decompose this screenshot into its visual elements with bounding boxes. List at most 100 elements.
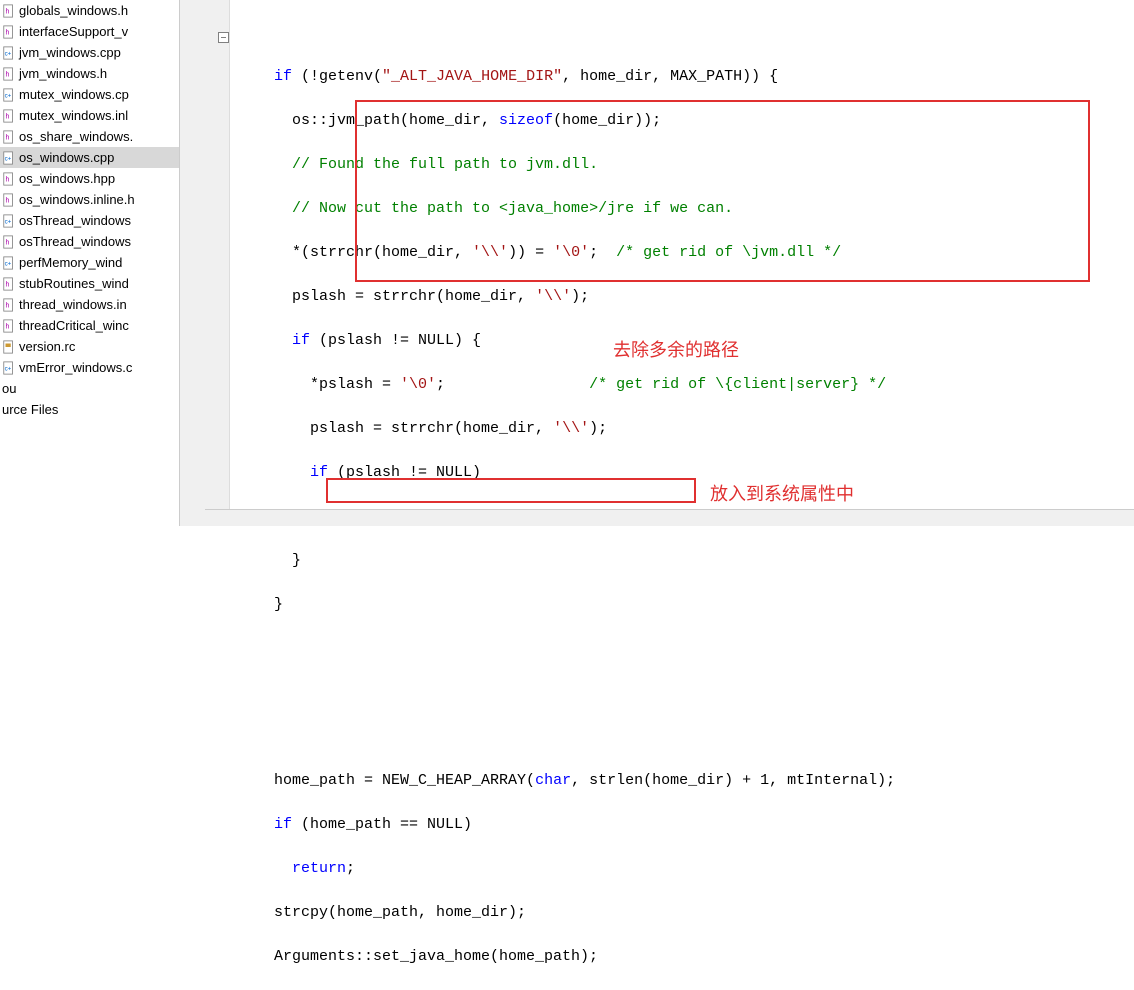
code-line: if (pslash != NULL) — [230, 462, 1134, 484]
file-item-selected[interactable]: c+ os_windows.cpp — [0, 147, 179, 168]
code-line: Arguments::set_java_home(home_path); — [230, 946, 1134, 968]
file-label: os_windows.cpp — [19, 150, 114, 165]
file-item[interactable]: h threadCritical_winc — [0, 315, 179, 336]
code-line: os::jvm_path(home_dir, sizeof(home_dir))… — [230, 110, 1134, 132]
header-file-icon: h — [2, 193, 16, 207]
code-line — [230, 22, 1134, 44]
svg-text:c+: c+ — [5, 365, 12, 372]
svg-text:h: h — [6, 197, 10, 204]
file-item[interactable]: h stubRoutines_wind — [0, 273, 179, 294]
file-item[interactable]: h mutex_windows.inl — [0, 105, 179, 126]
file-item[interactable]: urce Files — [0, 399, 179, 420]
header-file-icon: h — [2, 130, 16, 144]
cpp-file-icon: c+ — [2, 256, 16, 270]
file-label: vmError_windows.c — [19, 360, 132, 375]
file-label: mutex_windows.cp — [19, 87, 129, 102]
file-item[interactable]: h interfaceSupport_v — [0, 21, 179, 42]
file-label: thread_windows.in — [19, 297, 127, 312]
svg-text:h: h — [6, 113, 10, 120]
code-line: } — [230, 594, 1134, 616]
code-line: // Found the full path to jvm.dll. — [230, 154, 1134, 176]
svg-text:h: h — [6, 29, 10, 36]
file-label: os_share_windows. — [19, 129, 133, 144]
file-label: osThread_windows — [19, 213, 131, 228]
file-label: globals_windows.h — [19, 3, 128, 18]
svg-text:c+: c+ — [5, 260, 12, 267]
cpp-file-icon: c+ — [2, 88, 16, 102]
code-line: // Now cut the path to <java_home>/jre i… — [230, 198, 1134, 220]
svg-text:c+: c+ — [5, 218, 12, 225]
header-file-icon: h — [2, 4, 16, 18]
code-line: return; — [230, 858, 1134, 880]
file-label: stubRoutines_wind — [19, 276, 129, 291]
header-file-icon: h — [2, 25, 16, 39]
file-item[interactable]: h os_windows.hpp — [0, 168, 179, 189]
code-line: if (!getenv("_ALT_JAVA_HOME_DIR", home_d… — [230, 66, 1134, 88]
file-item[interactable]: h osThread_windows — [0, 231, 179, 252]
code-line: pslash = strrchr(home_dir, '\\'); — [230, 418, 1134, 440]
file-label: ou — [2, 381, 16, 396]
code-line: home_path = NEW_C_HEAP_ARRAY(char, strle… — [230, 770, 1134, 792]
header-file-icon: h — [2, 235, 16, 249]
code-line: *pslash = '\0'; /* get rid of \{client|s… — [230, 374, 1134, 396]
horizontal-scrollbar[interactable] — [205, 509, 1134, 526]
editor-gutter[interactable] — [180, 0, 230, 526]
cpp-file-icon: c+ — [2, 361, 16, 375]
file-label: jvm_windows.h — [19, 66, 107, 81]
file-item[interactable]: c+ osThread_windows — [0, 210, 179, 231]
cpp-file-icon: c+ — [2, 214, 16, 228]
code-line: } — [230, 550, 1134, 572]
code-line: *(strrchr(home_dir, '\\')) = '\0'; /* ge… — [230, 242, 1134, 264]
header-file-icon: h — [2, 172, 16, 186]
file-item[interactable]: ou — [0, 378, 179, 399]
code-line — [230, 682, 1134, 704]
header-file-icon: h — [2, 277, 16, 291]
file-item[interactable]: h globals_windows.h — [0, 0, 179, 21]
rc-file-icon — [2, 340, 16, 354]
svg-text:h: h — [6, 176, 10, 183]
cpp-file-icon: c+ — [2, 151, 16, 165]
svg-text:h: h — [6, 71, 10, 78]
svg-text:h: h — [6, 281, 10, 288]
file-explorer-sidebar[interactable]: h globals_windows.h h interfaceSupport_v c… — [0, 0, 180, 526]
code-editor[interactable]: if (!getenv("_ALT_JAVA_HOME_DIR", home_d… — [230, 0, 1134, 526]
file-item[interactable]: c+ perfMemory_wind — [0, 252, 179, 273]
code-line — [230, 726, 1134, 748]
code-line: strcpy(home_path, home_dir); — [230, 902, 1134, 924]
file-item[interactable]: h os_share_windows. — [0, 126, 179, 147]
svg-text:c+: c+ — [5, 50, 12, 57]
svg-text:h: h — [6, 323, 10, 330]
file-label: mutex_windows.inl — [19, 108, 128, 123]
file-item[interactable]: h os_windows.inline.h — [0, 189, 179, 210]
file-label: version.rc — [19, 339, 75, 354]
file-item[interactable]: h jvm_windows.h — [0, 63, 179, 84]
file-item[interactable]: c+jvm_windows.cpp — [0, 42, 179, 63]
svg-text:h: h — [6, 239, 10, 246]
file-item[interactable]: c+ vmError_windows.c — [0, 357, 179, 378]
annotation-text: 去除多余的路径 — [613, 336, 739, 362]
file-label: perfMemory_wind — [19, 255, 122, 270]
svg-text:c+: c+ — [5, 155, 12, 162]
svg-text:h: h — [6, 134, 10, 141]
file-item[interactable]: h thread_windows.in — [0, 294, 179, 315]
fold-toggle-icon[interactable] — [218, 32, 229, 43]
file-label: threadCritical_winc — [19, 318, 129, 333]
annotation-text: 放入到系统属性中 — [710, 480, 854, 506]
file-label: os_windows.inline.h — [19, 192, 135, 207]
file-label: os_windows.hpp — [19, 171, 115, 186]
svg-text:h: h — [6, 8, 10, 15]
svg-text:c+: c+ — [5, 92, 12, 99]
header-file-icon: h — [2, 298, 16, 312]
header-file-icon: h — [2, 109, 16, 123]
file-label: osThread_windows — [19, 234, 131, 249]
header-file-icon: h — [2, 319, 16, 333]
file-label: urce Files — [2, 402, 58, 417]
header-file-icon: h — [2, 67, 16, 81]
file-item[interactable]: version.rc — [0, 336, 179, 357]
code-line — [230, 638, 1134, 660]
code-line: pslash = strrchr(home_dir, '\\'); — [230, 286, 1134, 308]
code-line: if (home_path == NULL) — [230, 814, 1134, 836]
svg-text:h: h — [6, 302, 10, 309]
file-label: interfaceSupport_v — [19, 24, 128, 39]
file-item[interactable]: c+ mutex_windows.cp — [0, 84, 179, 105]
